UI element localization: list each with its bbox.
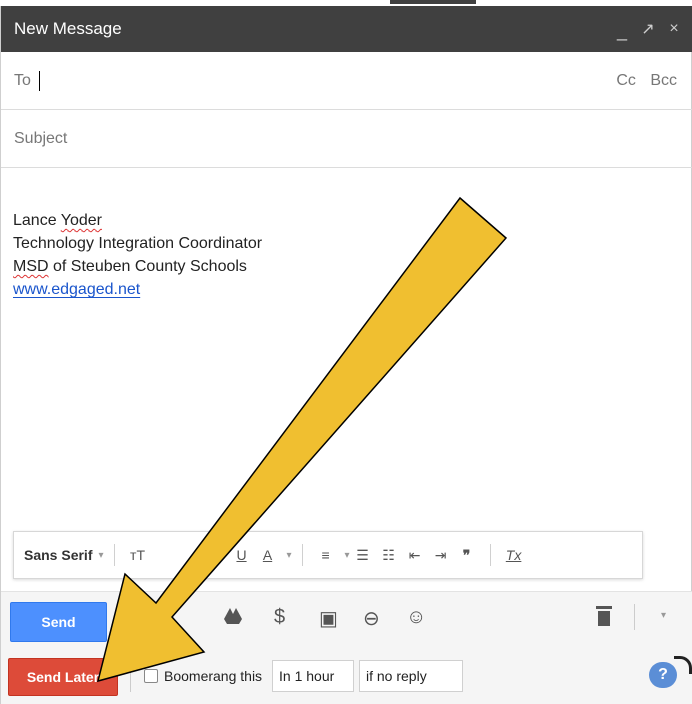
compose-bottom-bar: Send $ ▣ ⊖ ☺ ▾ Send Later Boomerang this… [1,591,692,704]
toolbar-divider [113,544,115,566]
boomerang-option[interactable]: Boomerang this [144,668,262,684]
toolbar-divider-3 [489,544,491,566]
numbered-list-icon[interactable]: ☰ [350,547,376,564]
subject-row [1,110,692,168]
signature-title: Technology Integration Coordinator [13,235,263,252]
indent-less-icon[interactable]: ⇤ [402,547,428,564]
cc-bcc-links: Cc Bcc [606,72,692,90]
cc-link[interactable]: Cc [616,72,636,89]
underline-icon[interactable]: U [229,547,255,563]
minimize-icon[interactable]: _ [609,21,635,42]
signature-org-abbr: MSD [13,258,49,275]
trash-icon[interactable] [596,606,612,626]
signature-name: Lance Yoder [13,209,673,232]
signature-first-name: Lance [13,212,57,229]
subject-input[interactable] [1,129,692,148]
bcc-link[interactable]: Bcc [650,72,677,89]
toolbar-divider-bottom [634,604,635,630]
boomerang-label: Boomerang this [164,668,263,684]
compose-titlebar[interactable]: New Message _ ↗ × [1,6,692,52]
quote-icon[interactable]: ❞ [454,547,480,564]
popout-icon[interactable]: ↗ [635,19,661,39]
signature-last-name: Yoder [60,212,102,229]
compose-window: New Message _ ↗ × To Cc Bcc Lance Yoder … [0,6,692,704]
formatting-toolbar: Sans Serif ▾ тT U A ▾ ≡ ▾ ☰ ☷ ⇤ ⇥ ❞ Tx [13,531,643,579]
money-icon[interactable]: $ [274,606,285,629]
compose-title: New Message [14,19,122,38]
boomerang-time-select[interactable]: In 1 hour [272,660,354,692]
send-later-button[interactable]: Send Later [8,658,118,696]
send-later-divider [130,662,131,692]
to-label: To [14,71,31,89]
message-body[interactable]: Lance Yoder Technology Integration Coord… [13,209,673,301]
indent-more-icon[interactable]: ⇥ [428,547,454,564]
text-color-icon[interactable]: A [255,547,281,563]
signature-org-rest: of Steuben County Schools [53,258,247,275]
more-options-icon[interactable]: ▾ [661,610,666,621]
emoji-icon[interactable]: ☺ [406,606,426,629]
help-icon[interactable]: ? [649,662,677,688]
font-size-icon[interactable]: тT [125,547,151,563]
font-family-select[interactable]: Sans Serif [24,547,92,563]
link-icon[interactable]: ⊖ [363,606,380,631]
chevron-down-icon-color[interactable]: ▾ [287,550,292,561]
photo-icon[interactable]: ▣ [319,606,338,631]
align-icon[interactable]: ≡ [313,547,339,563]
bulleted-list-icon[interactable]: ☷ [376,547,402,564]
drive-icon[interactable] [223,606,243,632]
signature-org: MSD of Steuben County Schools [13,255,673,278]
signature-link[interactable]: www.edgaged.net [13,281,140,298]
boomerang-condition-select[interactable]: if no reply [359,660,463,692]
to-input[interactable] [39,65,607,96]
to-row: To Cc Bcc [1,52,692,110]
boomerang-checkbox[interactable] [144,669,158,683]
chevron-down-icon[interactable]: ▾ [98,550,103,561]
top-strip-accent [390,0,476,4]
send-button[interactable]: Send [10,602,107,642]
toolbar-divider-2 [301,544,303,566]
close-icon[interactable]: × [661,20,687,38]
clear-formatting-icon[interactable]: Tx [501,547,527,563]
hook-decoration [674,656,692,674]
